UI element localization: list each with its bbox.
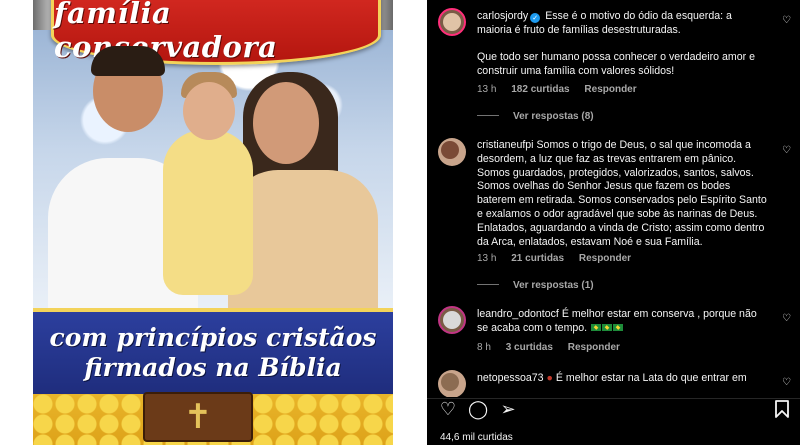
comment-likes[interactable]: 21 curtidas bbox=[511, 253, 564, 264]
share-icon[interactable]: ➢ bbox=[498, 400, 518, 420]
like-heart-icon[interactable]: ♡ bbox=[438, 400, 458, 420]
comment-body: netopessoa73 ● É melhor estar na Lata do… bbox=[477, 372, 767, 386]
comment-likes[interactable]: 182 curtidas bbox=[511, 84, 569, 95]
view-replies-label: Ver respostas (1) bbox=[513, 280, 594, 291]
like-comment-heart-icon[interactable]: ♡ bbox=[782, 146, 792, 156]
comment-time: 13 h bbox=[477, 84, 497, 95]
comment-item: netopessoa73 ● É melhor estar na Lata do… bbox=[427, 370, 800, 397]
like-comment-heart-icon[interactable]: ♡ bbox=[782, 314, 792, 324]
bible-illustration: ✝ bbox=[143, 392, 253, 442]
comment-text: Somos o trigo de Deus, o sal que incomod… bbox=[477, 139, 767, 248]
bottom-banner-line1: com princípios cristãos bbox=[49, 323, 377, 352]
like-comment-heart-icon[interactable]: ♡ bbox=[782, 378, 792, 388]
comment-username[interactable]: leandro_odontocf bbox=[477, 308, 559, 320]
comment-meta: 8 h 3 curtidas Responder bbox=[477, 342, 632, 353]
comment-username[interactable]: cristianeufpi bbox=[477, 139, 534, 151]
bottom-banner-line2: firmados na Bíblia bbox=[84, 353, 342, 382]
like-comment-heart-icon[interactable]: ♡ bbox=[782, 16, 792, 26]
rocket-emoji-icon: ● bbox=[546, 372, 553, 384]
post-actions-bar: ♡ ◯ ➢ bbox=[427, 400, 800, 422]
comment-body: cristianeufpi Somos o trigo de Deus, o s… bbox=[477, 139, 767, 249]
replies-line bbox=[477, 284, 499, 285]
comment-username[interactable]: carlosjordy bbox=[477, 10, 528, 22]
post-image[interactable]: família conservadora com princípios cris… bbox=[0, 0, 427, 445]
comments-panel: carlosjordy ✓ Esse é o motivo do ódio da … bbox=[427, 0, 800, 445]
avatar[interactable] bbox=[438, 8, 466, 36]
woman-head bbox=[253, 82, 319, 164]
reply-button[interactable]: Responder bbox=[568, 342, 620, 353]
cross-icon: ✝ bbox=[183, 397, 213, 437]
post-likes-count[interactable]: 44,6 mil curtidas bbox=[440, 432, 513, 443]
bookmark-icon-svg bbox=[775, 400, 789, 418]
bookmark-icon[interactable] bbox=[772, 400, 792, 420]
verified-badge-icon: ✓ bbox=[530, 13, 541, 23]
brazil-flag-icon bbox=[602, 323, 613, 331]
reply-button[interactable]: Responder bbox=[584, 84, 636, 95]
comment-text-paragraph: Que todo ser humano possa conhecer o ver… bbox=[477, 51, 755, 78]
brazil-flag-icon bbox=[591, 323, 602, 331]
comment-meta: 13 h 21 curtidas Responder bbox=[477, 253, 643, 264]
avatar[interactable] bbox=[438, 138, 466, 166]
view-replies-button[interactable]: Ver respostas (8) bbox=[477, 111, 594, 122]
comment-meta: 13 h 182 curtidas Responder bbox=[477, 84, 649, 95]
avatar[interactable] bbox=[438, 306, 466, 334]
view-replies-label: Ver respostas (8) bbox=[513, 111, 594, 122]
replies-line bbox=[477, 115, 499, 116]
comment-body: leandro_odontocf É melhor estar em conse… bbox=[477, 308, 767, 336]
comment-time: 8 h bbox=[477, 342, 491, 353]
comment-text: É melhor estar na Lata do que entrar em bbox=[555, 372, 747, 384]
brazil-flag-icon bbox=[613, 323, 624, 331]
man-hair bbox=[91, 46, 165, 76]
comment-username[interactable]: netopessoa73 bbox=[477, 372, 544, 384]
reply-button[interactable]: Responder bbox=[579, 253, 631, 264]
comment-time: 13 h bbox=[477, 253, 497, 264]
comment-icon[interactable]: ◯ bbox=[468, 400, 488, 420]
girl-figure bbox=[163, 130, 253, 295]
girl-head bbox=[183, 82, 235, 140]
view-replies-button[interactable]: Ver respostas (1) bbox=[477, 280, 594, 291]
bottom-banner: com princípios cristãos firmados na Bíbl… bbox=[33, 308, 393, 398]
comment-body: carlosjordy ✓ Esse é o motivo do ódio da … bbox=[477, 10, 767, 79]
can-illustration: família conservadora com princípios cris… bbox=[33, 0, 393, 445]
avatar[interactable] bbox=[438, 370, 466, 397]
comment-likes[interactable]: 3 curtidas bbox=[506, 342, 553, 353]
